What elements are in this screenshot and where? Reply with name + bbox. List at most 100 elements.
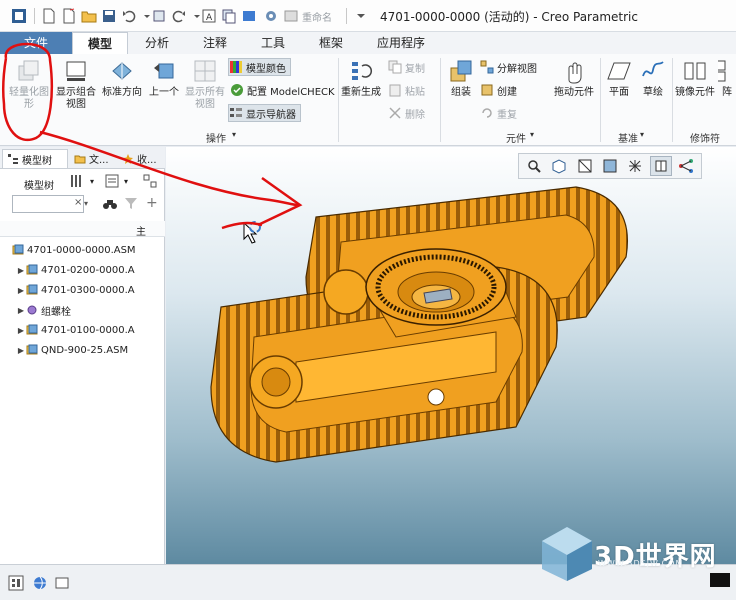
expand-arrow-icon[interactable]: ▶ — [16, 326, 26, 335]
tree-show-dropdown-icon[interactable]: ▾ — [124, 177, 128, 186]
tab-tools[interactable]: 工具 — [250, 32, 296, 54]
tab-applications[interactable]: 应用程序 — [368, 32, 434, 54]
customize-dropdown-icon[interactable] — [352, 7, 370, 25]
plane-button[interactable]: 平面 — [604, 58, 634, 99]
show-navigator-button[interactable]: 显示导航器 — [228, 104, 301, 122]
show-all-views-button[interactable]: 显示所有视图 — [184, 58, 226, 111]
tree-row-label: 4701-0200-0000.A — [41, 264, 135, 276]
copy-button[interactable]: 复制 — [388, 58, 425, 76]
clear-search-icon[interactable]: × — [74, 197, 82, 208]
new-folder-icon[interactable] — [60, 7, 78, 25]
annotation-icon[interactable]: A — [200, 7, 218, 25]
copy-icon-ribbon — [388, 60, 402, 74]
regenerate-button[interactable]: 重新生成 — [340, 58, 382, 99]
lightweight-graphics-button[interactable]: 轻量化图形 — [6, 58, 52, 111]
graphics-window[interactable] — [166, 147, 736, 564]
fullscreen-toggle-icon[interactable] — [54, 575, 70, 594]
tab-analysis[interactable]: 分析 — [134, 32, 180, 54]
copy-icon[interactable] — [220, 7, 238, 25]
tab-framework[interactable]: 框架 — [308, 32, 354, 54]
explode-view-icon — [480, 60, 494, 74]
plane-label: 平面 — [609, 87, 629, 98]
tab-model-tree[interactable]: 模型树 — [2, 149, 68, 168]
tree-row-item[interactable]: ▶ 4701-0200-0000.A — [16, 261, 135, 279]
add-column-icon[interactable]: + — [146, 195, 158, 211]
operations-dropdown-icon[interactable]: ▾ — [232, 130, 236, 139]
tree-settings-icon[interactable] — [68, 173, 84, 192]
find-binoculars-icon[interactable] — [102, 196, 118, 215]
tree-row-item[interactable]: ▶ 4701-0100-0000.A — [16, 321, 135, 339]
browser-toggle-icon[interactable] — [32, 575, 48, 594]
create-component-button[interactable]: 创建 — [480, 81, 517, 99]
modifiers-group-label[interactable]: 修饰符 — [690, 130, 720, 145]
show-combined-view-button[interactable]: 显示组合视图 — [54, 58, 98, 111]
delete-button[interactable]: 删除 — [388, 104, 425, 122]
model-color-button[interactable]: 模型颜色 — [228, 58, 291, 76]
regen-icon[interactable] — [150, 7, 168, 25]
ribbon: 轻量化图形 显示组合视图 标准方向 上一个 显示所有视图 模型颜色 配置 Mod… — [0, 54, 736, 146]
components-group-label[interactable]: 元件 — [506, 130, 526, 145]
array-button[interactable]: 阵 — [718, 58, 736, 99]
save-icon[interactable] — [100, 7, 118, 25]
operations-group-label[interactable]: 操作 — [206, 130, 226, 145]
sketch-button[interactable]: 草绘 — [638, 58, 668, 99]
tab-annotate[interactable]: 注释 — [192, 32, 238, 54]
expand-arrow-icon[interactable]: ▶ — [16, 306, 26, 315]
copy-label: 复制 — [405, 63, 425, 75]
search-history-dropdown-icon[interactable]: ▾ — [84, 199, 88, 208]
expand-arrow-icon[interactable]: ▶ — [16, 286, 26, 295]
tree-row-label: 4701-0000-0000.ASM — [27, 244, 136, 256]
lightweight-label: 轻量化图形 — [9, 87, 49, 110]
tab-model[interactable]: 模型 — [72, 32, 128, 54]
open-folder-icon[interactable] — [80, 7, 98, 25]
navigator-icon — [230, 108, 242, 117]
datum-dropdown-icon[interactable]: ▾ — [640, 130, 644, 139]
filter-funnel-icon[interactable] — [124, 196, 138, 213]
repeat-button[interactable]: 重复 — [480, 104, 517, 122]
tree-settings-dropdown-icon[interactable]: ▾ — [90, 177, 94, 186]
tree-row-root[interactable]: 4701-0000-0000.ASM — [12, 241, 136, 259]
3dsjw-logo-icon — [542, 527, 592, 581]
expand-arrow-icon[interactable]: ▶ — [16, 346, 26, 355]
windows-icon[interactable] — [240, 7, 258, 25]
standard-orientation-button[interactable]: 标准方向 — [100, 58, 144, 99]
plane-icon — [607, 62, 631, 80]
paste-button[interactable]: 粘贴 — [388, 81, 425, 99]
show-combined-view-label: 显示组合视图 — [56, 87, 96, 110]
tab-favorites[interactable]: 收... — [118, 149, 164, 168]
tree-row-item[interactable]: ▶ QND-900-25.ASM — [16, 341, 128, 359]
tree-show-icon[interactable] — [104, 173, 120, 192]
standard-orientation-label: 标准方向 — [102, 87, 142, 98]
app-icon[interactable] — [10, 7, 28, 25]
modelcheck-label: 配置 ModelCHECK — [247, 86, 335, 98]
components-dropdown-icon[interactable]: ▾ — [530, 130, 534, 139]
datum-group-label[interactable]: 基准 — [618, 130, 638, 145]
tree-row-item[interactable]: ▶ 组螺栓 — [16, 301, 71, 319]
mirror-component-button[interactable]: 镜像元件 — [674, 58, 716, 99]
tab-file[interactable]: 文件 — [0, 32, 72, 54]
regenerate-label: 重新生成 — [341, 87, 381, 98]
settings-icon[interactable] — [262, 7, 280, 25]
modelcheck-button[interactable]: 配置 ModelCHECK — [230, 81, 335, 99]
tree-filter-icon[interactable] — [142, 173, 158, 192]
tree-row-label: 4701-0300-0000.A — [41, 284, 135, 296]
array-icon — [718, 60, 726, 82]
rename-icon[interactable] — [282, 7, 300, 25]
navigator-toggle-icon[interactable] — [8, 575, 24, 594]
drag-components-button[interactable]: 拖动元件 — [550, 58, 598, 99]
rename-label[interactable]: 重命名 — [302, 9, 332, 24]
explode-view-button[interactable]: 分解视图 — [480, 58, 537, 76]
excavator-undercarriage-model[interactable] — [166, 147, 736, 564]
undo-icon[interactable] — [120, 7, 138, 25]
ribbon-tabs: 文件 模型 分析 注释 工具 框架 应用程序 — [0, 32, 736, 54]
expand-arrow-icon[interactable]: ▶ — [16, 266, 26, 275]
drag-hand-icon — [568, 62, 582, 84]
subassembly-icon — [26, 344, 38, 355]
tree-row-item[interactable]: ▶ 4701-0300-0000.A — [16, 281, 135, 299]
sketch-icon — [642, 61, 664, 77]
previous-view-button[interactable]: 上一个 — [146, 58, 182, 99]
tab-folder-browser[interactable]: 文... — [70, 149, 116, 168]
assemble-button[interactable]: 组装 — [444, 58, 478, 99]
new-file-icon[interactable] — [40, 7, 58, 25]
redo-icon[interactable] — [170, 7, 188, 25]
